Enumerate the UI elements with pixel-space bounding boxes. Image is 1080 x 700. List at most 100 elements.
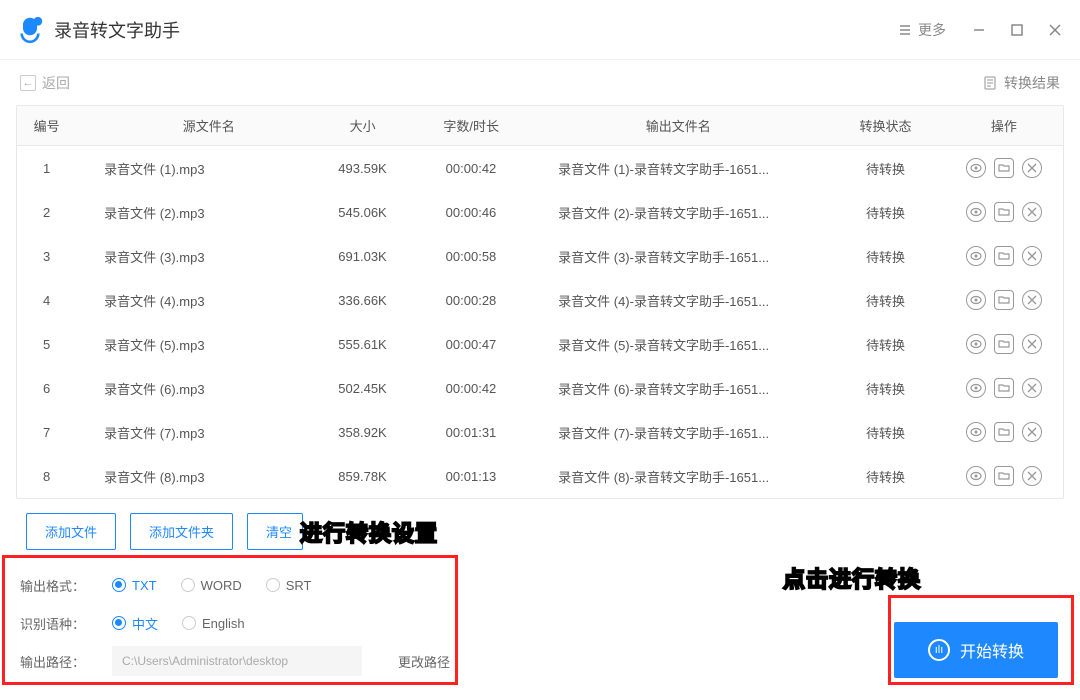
cell-size: 691.03K (313, 249, 412, 264)
table-header: 编号 源文件名 大小 字数/时长 输出文件名 转换状态 操作 (17, 106, 1063, 146)
add-file-button[interactable]: 添加文件 (26, 513, 116, 550)
output-path-input[interactable] (112, 646, 362, 676)
preview-icon[interactable] (966, 246, 986, 266)
col-header-index: 编号 (17, 116, 76, 135)
cell-output: 录音文件 (1)-录音转文字助手-1651... (530, 159, 826, 178)
cell-output: 录音文件 (2)-录音转文字助手-1651... (530, 203, 826, 222)
menu-icon (898, 23, 912, 37)
clear-button[interactable]: 清空 (247, 513, 303, 550)
table-row: 5录音文件 (5).mp3555.61K00:00:47录音文件 (5)-录音转… (17, 322, 1063, 366)
more-button[interactable]: 更多 (898, 20, 946, 40)
cell-duration: 00:01:31 (412, 425, 530, 440)
table-row: 4录音文件 (4).mp3336.66K00:00:28录音文件 (4)-录音转… (17, 278, 1063, 322)
cell-duration: 00:00:42 (412, 381, 530, 396)
col-header-source: 源文件名 (76, 116, 313, 135)
file-icon (982, 75, 998, 91)
cell-status: 待转换 (826, 467, 944, 486)
cell-source: 录音文件 (2).mp3 (76, 203, 313, 222)
format-label: 输出格式： (20, 576, 88, 595)
table-row: 2录音文件 (2).mp3545.06K00:00:46录音文件 (2)-录音转… (17, 190, 1063, 234)
table-row: 6录音文件 (6).mp3502.45K00:00:42录音文件 (6)-录音转… (17, 366, 1063, 410)
cell-size: 545.06K (313, 205, 412, 220)
format-srt-radio[interactable]: SRT (266, 578, 312, 593)
cell-duration: 00:00:58 (412, 249, 530, 264)
cell-size: 859.78K (313, 469, 412, 484)
format-word-radio[interactable]: WORD (181, 578, 242, 593)
preview-icon[interactable] (966, 334, 986, 354)
button-row: 添加文件 添加文件夹 清空 (0, 499, 1080, 560)
folder-icon[interactable] (994, 466, 1014, 486)
delete-icon[interactable] (1022, 290, 1042, 310)
cell-actions (945, 290, 1063, 310)
cell-status: 待转换 (826, 423, 944, 442)
cell-status: 待转换 (826, 335, 944, 354)
cell-index: 3 (17, 249, 76, 264)
preview-icon[interactable] (966, 466, 986, 486)
cell-size: 493.59K (313, 161, 412, 176)
folder-icon[interactable] (994, 158, 1014, 178)
lang-zh-radio[interactable]: 中文 (112, 614, 158, 633)
format-txt-radio[interactable]: TXT (112, 578, 157, 593)
preview-icon[interactable] (966, 202, 986, 222)
cell-index: 8 (17, 469, 76, 484)
add-folder-button[interactable]: 添加文件夹 (130, 513, 233, 550)
cell-actions (945, 158, 1063, 178)
col-header-output: 输出文件名 (530, 116, 826, 135)
app-title: 录音转文字助手 (54, 17, 180, 43)
preview-icon[interactable] (966, 422, 986, 442)
folder-icon[interactable] (994, 246, 1014, 266)
close-button[interactable] (1046, 21, 1064, 39)
table-row: 3录音文件 (3).mp3691.03K00:00:58录音文件 (3)-录音转… (17, 234, 1063, 278)
cell-actions (945, 466, 1063, 486)
cell-status: 待转换 (826, 203, 944, 222)
folder-icon[interactable] (994, 422, 1014, 442)
cell-size: 555.61K (313, 337, 412, 352)
cell-index: 4 (17, 293, 76, 308)
delete-icon[interactable] (1022, 422, 1042, 442)
preview-icon[interactable] (966, 158, 986, 178)
cell-status: 待转换 (826, 247, 944, 266)
cell-status: 待转换 (826, 159, 944, 178)
cell-duration: 00:00:42 (412, 161, 530, 176)
delete-icon[interactable] (1022, 378, 1042, 398)
minimize-button[interactable] (970, 21, 988, 39)
delete-icon[interactable] (1022, 158, 1042, 178)
folder-icon[interactable] (994, 378, 1014, 398)
cell-source: 录音文件 (6).mp3 (76, 379, 313, 398)
col-header-duration: 字数/时长 (412, 116, 530, 135)
maximize-button[interactable] (1008, 21, 1026, 39)
col-header-status: 转换状态 (826, 116, 944, 135)
toolbar: ← 返回 转换结果 (0, 60, 1080, 105)
folder-icon[interactable] (994, 334, 1014, 354)
cell-actions (945, 246, 1063, 266)
cell-duration: 00:00:47 (412, 337, 530, 352)
folder-icon[interactable] (994, 290, 1014, 310)
cell-status: 待转换 (826, 379, 944, 398)
cell-source: 录音文件 (1).mp3 (76, 159, 313, 178)
path-label: 输出路径： (20, 652, 88, 671)
results-button[interactable]: 转换结果 (982, 73, 1060, 93)
cell-duration: 00:00:28 (412, 293, 530, 308)
cell-source: 录音文件 (4).mp3 (76, 291, 313, 310)
cell-source: 录音文件 (5).mp3 (76, 335, 313, 354)
cell-status: 待转换 (826, 291, 944, 310)
back-button[interactable]: ← 返回 (20, 73, 70, 93)
cell-actions (945, 378, 1063, 398)
cell-source: 录音文件 (8).mp3 (76, 467, 313, 486)
preview-icon[interactable] (966, 378, 986, 398)
app-logo-icon (16, 16, 44, 44)
delete-icon[interactable] (1022, 334, 1042, 354)
lang-en-radio[interactable]: English (182, 616, 245, 631)
cell-output: 录音文件 (8)-录音转文字助手-1651... (530, 467, 826, 486)
delete-icon[interactable] (1022, 202, 1042, 222)
cell-output: 录音文件 (5)-录音转文字助手-1651... (530, 335, 826, 354)
folder-icon[interactable] (994, 202, 1014, 222)
cell-index: 7 (17, 425, 76, 440)
delete-icon[interactable] (1022, 466, 1042, 486)
language-label: 识别语种： (20, 614, 88, 633)
change-path-button[interactable]: 更改路径 (398, 652, 450, 671)
delete-icon[interactable] (1022, 246, 1042, 266)
preview-icon[interactable] (966, 290, 986, 310)
start-convert-button[interactable]: ılı 开始转换 (894, 622, 1058, 678)
cell-duration: 00:00:46 (412, 205, 530, 220)
